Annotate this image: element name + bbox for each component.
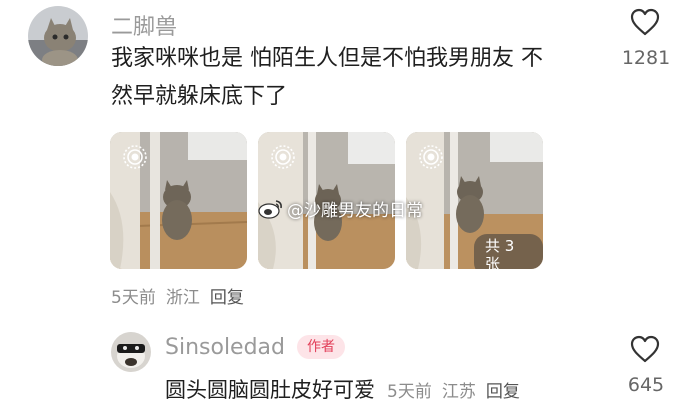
comment-text-line-1: 我家咪咪也是 怕陌生人但是不怕我男朋友 不: [111, 46, 543, 71]
reply-like-count: 645: [627, 374, 665, 396]
image-count-badge: 共 3 张: [474, 234, 543, 269]
live-photo-icon: [122, 144, 148, 174]
reply-reply-button[interactable]: 回复: [486, 377, 520, 402]
watermark-text: @沙雕男友的日常: [287, 201, 423, 221]
author-badge: 作者: [297, 335, 345, 359]
comment-reply-button[interactable]: 回复: [210, 288, 244, 308]
live-photo-icon: [418, 144, 444, 174]
comment-meta: 5天前 浙江 回复: [111, 283, 254, 308]
heart-outline-icon: [630, 335, 660, 363]
comment-image-3[interactable]: 共 3 张: [406, 132, 543, 269]
reply-avatar[interactable]: [111, 332, 151, 372]
live-photo-icon: [270, 144, 296, 174]
comment-text-line-2: 然早就躲床底下了: [111, 84, 288, 109]
reply-text: 圆头圆脑圆肚皮好可爱: [165, 378, 375, 402]
reply-location: 江苏: [441, 382, 476, 402]
heart-outline-icon: [630, 8, 660, 36]
reply-like-button[interactable]: [630, 335, 664, 365]
reply-username[interactable]: Sinsoledad: [165, 335, 285, 360]
comment-like-count: 1281: [621, 47, 671, 69]
watermark: @沙雕男友的日常: [258, 196, 423, 221]
comment-time: 5天前: [111, 288, 156, 308]
reply-text-row: 圆头圆脑圆肚皮好可爱 5天前 江苏 回复: [165, 372, 520, 408]
reply-time: 5天前: [387, 382, 432, 402]
weibo-logo-icon: [258, 199, 282, 219]
commenter-username[interactable]: 二脚兽: [111, 9, 177, 41]
comment-image-1[interactable]: [110, 132, 247, 269]
comment-like-button[interactable]: [630, 8, 664, 38]
comment-location: 浙江: [165, 288, 200, 308]
commenter-avatar[interactable]: [28, 6, 88, 66]
